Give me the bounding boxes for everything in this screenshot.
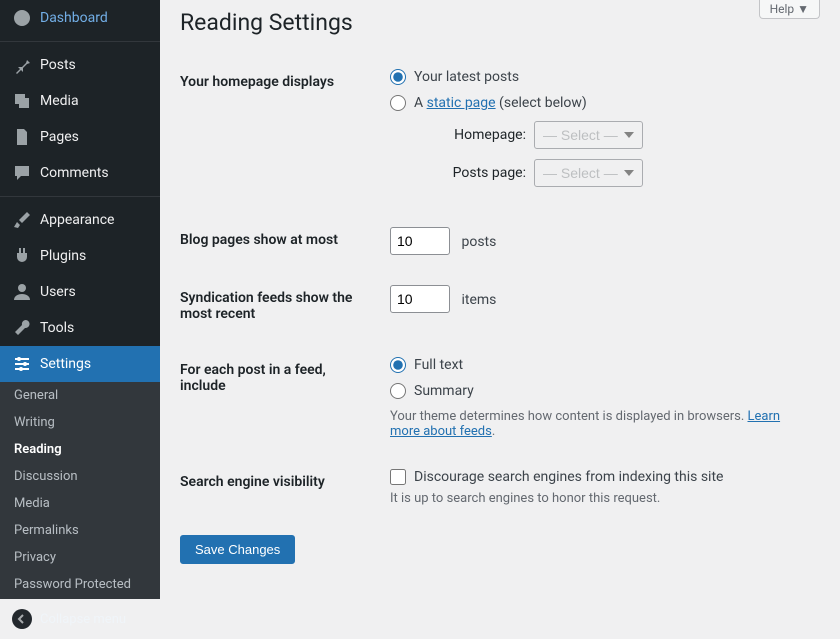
homepage-select-label: Homepage: (414, 127, 534, 143)
homepage-select[interactable]: — Select — (534, 121, 643, 149)
menu-label: Plugins (40, 248, 86, 264)
postspage-select[interactable]: — Select — (534, 159, 643, 187)
sidebar-item-plugins[interactable]: Plugins (0, 238, 160, 274)
page-title: Reading Settings (180, 0, 820, 54)
discourage-label: Discourage search engines from indexing … (414, 469, 723, 485)
sidebar-item-settings[interactable]: Settings (0, 346, 160, 382)
radio-static-page[interactable] (390, 95, 406, 111)
homepage-displays-label: Your homepage displays (180, 54, 380, 212)
submenu-discussion[interactable]: Discussion (0, 463, 160, 490)
sliders-icon (12, 354, 32, 374)
sidebar-item-dashboard[interactable]: Dashboard (0, 0, 160, 36)
radio-summary[interactable] (390, 383, 406, 399)
radio-full-label: Full text (414, 357, 463, 373)
submenu-privacy[interactable]: Privacy (0, 544, 160, 571)
posts-per-rss-input[interactable] (390, 285, 450, 313)
brush-icon (12, 210, 32, 230)
submenu-media[interactable]: Media (0, 490, 160, 517)
radio-full-text[interactable] (390, 357, 406, 373)
sidebar-item-posts[interactable]: Posts (0, 47, 160, 83)
sidebar-item-users[interactable]: Users (0, 274, 160, 310)
pages-icon (12, 127, 32, 147)
wrench-icon (12, 318, 32, 338)
feed-include-label: For each post in a feed, include (180, 342, 380, 454)
collapse-label: Collapse menu (40, 612, 126, 627)
syndication-label: Syndication feeds show the most recent (180, 270, 380, 342)
sidebar-item-appearance[interactable]: Appearance (0, 202, 160, 238)
static-page-link[interactable]: static page (427, 95, 496, 111)
posts-unit: posts (461, 234, 496, 250)
comments-icon (12, 163, 32, 183)
save-changes-button[interactable]: Save Changes (180, 535, 295, 564)
radio-static-label: A static page (select below) (414, 95, 587, 111)
sidebar-item-media[interactable]: Media (0, 83, 160, 119)
sidebar-item-pages[interactable]: Pages (0, 119, 160, 155)
collapse-icon (12, 609, 32, 629)
menu-label: Pages (40, 129, 79, 145)
blog-pages-label: Blog pages show at most (180, 212, 380, 270)
submenu-general[interactable]: General (0, 382, 160, 409)
dashboard-icon (12, 8, 32, 28)
pin-icon (12, 55, 32, 75)
menu-label: Settings (40, 356, 91, 372)
settings-submenu: General Writing Reading Discussion Media… (0, 382, 160, 598)
feed-description: Your theme determines how content is dis… (390, 409, 810, 439)
sidebar-item-tools[interactable]: Tools (0, 310, 160, 346)
sidebar-item-comments[interactable]: Comments (0, 155, 160, 191)
collapse-menu-button[interactable]: Collapse menu (0, 598, 160, 639)
menu-label: Tools (40, 320, 74, 336)
postspage-select-label: Posts page: (414, 165, 534, 181)
admin-sidebar: Dashboard Posts Media Pages Comments App… (0, 0, 160, 573)
menu-label: Dashboard (40, 10, 108, 26)
menu-label: Posts (40, 57, 76, 73)
radio-latest-posts[interactable] (390, 69, 406, 85)
help-tab[interactable]: Help ▼ (759, 0, 820, 19)
media-icon (12, 91, 32, 111)
posts-per-page-input[interactable] (390, 227, 450, 255)
submenu-permalinks[interactable]: Permalinks (0, 517, 160, 544)
menu-label: Appearance (40, 212, 114, 228)
submenu-reading[interactable]: Reading (0, 436, 160, 463)
plug-icon (12, 246, 32, 266)
radio-summary-label: Summary (414, 383, 474, 399)
menu-label: Comments (40, 165, 109, 181)
user-icon (12, 282, 32, 302)
search-visibility-label: Search engine visibility (180, 454, 380, 521)
menu-label: Users (40, 284, 76, 300)
submenu-writing[interactable]: Writing (0, 409, 160, 436)
submenu-password-protected[interactable]: Password Protected (0, 571, 160, 598)
menu-label: Media (40, 93, 79, 109)
content-area: Help ▼ Reading Settings Your homepage di… (160, 0, 840, 573)
search-visibility-desc: It is up to search engines to honor this… (390, 491, 810, 506)
radio-latest-label: Your latest posts (414, 69, 519, 85)
discourage-search-checkbox[interactable] (390, 469, 406, 485)
items-unit: items (461, 292, 496, 308)
